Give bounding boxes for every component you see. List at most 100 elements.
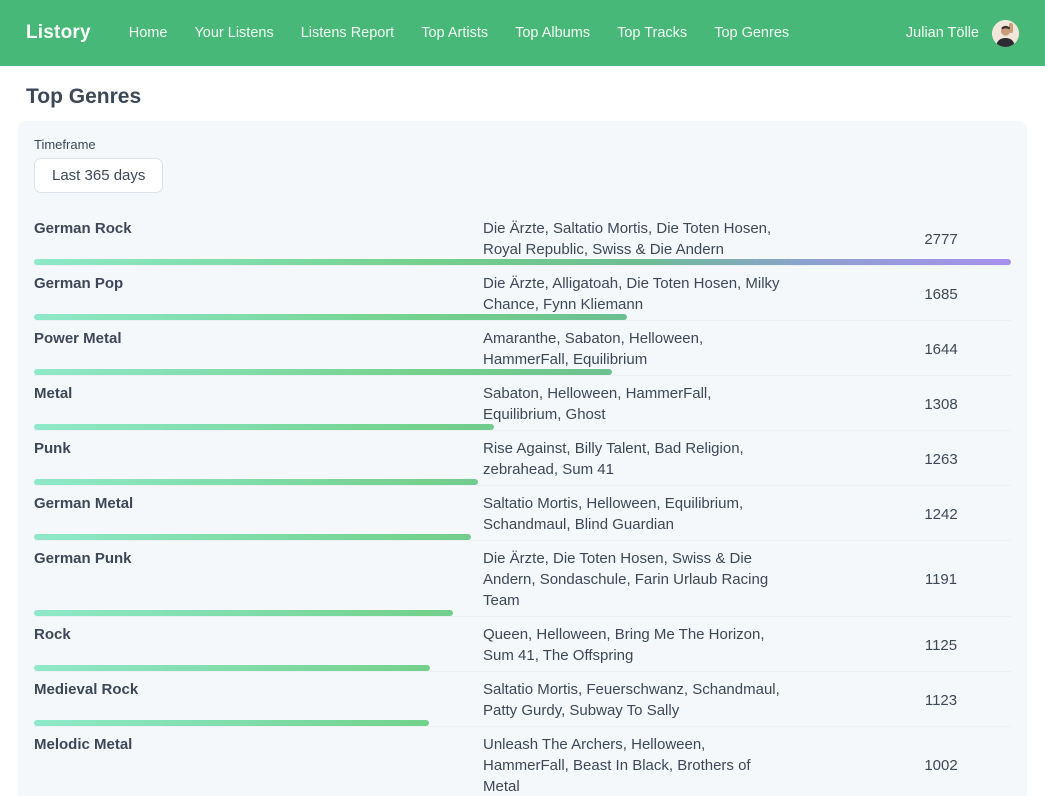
count-cell: 1125 <box>871 624 1011 666</box>
genre-artists: Saltatio Mortis, Feuerschwanz, Schandmau… <box>483 679 783 721</box>
genre-row: German Punk Die Ärzte, Die Toten Hosen, … <box>34 541 1011 617</box>
nav-item-home[interactable]: Home <box>129 25 168 41</box>
count-cell: 2777 <box>871 218 1011 260</box>
genre-name: Power Metal <box>34 328 483 349</box>
genre-progress-bar <box>34 424 494 430</box>
artists-cell: Amaranthe, Sabaton, Helloween, HammerFal… <box>483 328 783 370</box>
genre-artists: Rise Against, Billy Talent, Bad Religion… <box>483 438 783 480</box>
genre-artists: Sabaton, Helloween, HammerFall, Equilibr… <box>483 383 783 425</box>
row-spacer <box>783 383 871 425</box>
timeframe-label: Timeframe <box>34 137 1011 152</box>
genre-artists: Die Ärzte, Alligatoah, Die Toten Hosen, … <box>483 273 783 315</box>
genre-progress-bar <box>34 479 478 485</box>
genre-count: 1685 <box>924 286 957 303</box>
row-spacer <box>783 679 871 721</box>
nav-item-top-artists[interactable]: Top Artists <box>421 25 488 41</box>
genre-artists: Die Ärzte, Die Toten Hosen, Swiss & Die … <box>483 548 783 611</box>
genre-cell: German Punk <box>34 548 483 611</box>
genre-row: German Pop Die Ärzte, Alligatoah, Die To… <box>34 266 1011 321</box>
genre-row: Melodic Metal Unleash The Archers, Hello… <box>34 727 1011 796</box>
app-header: Listory Home Your Listens Listens Report To… <box>0 0 1045 66</box>
genre-count: 1644 <box>924 341 957 358</box>
genre-cell: German Pop <box>34 273 483 315</box>
artists-cell: Die Ärzte, Alligatoah, Die Toten Hosen, … <box>483 273 783 315</box>
row-spacer <box>783 273 871 315</box>
genre-progress-bar <box>34 534 471 540</box>
artists-cell: Saltatio Mortis, Feuerschwanz, Schandmau… <box>483 679 783 721</box>
row-spacer <box>783 438 871 480</box>
genre-cell: German Metal <box>34 493 483 535</box>
genre-name: German Metal <box>34 493 483 514</box>
row-spacer <box>783 548 871 611</box>
genre-count: 1125 <box>925 637 957 654</box>
genre-cell: German Rock <box>34 218 483 260</box>
artists-cell: Sabaton, Helloween, HammerFall, Equilibr… <box>483 383 783 425</box>
top-genres-card: Timeframe Last 365 days German Rock Die … <box>18 121 1027 796</box>
genre-artists: Saltatio Mortis, Helloween, Equilibrium,… <box>483 493 783 535</box>
nav-item-top-albums[interactable]: Top Albums <box>515 25 590 41</box>
row-spacer <box>783 493 871 535</box>
row-spacer <box>783 734 871 796</box>
artists-cell: Die Ärzte, Die Toten Hosen, Swiss & Die … <box>483 548 783 611</box>
count-cell: 1685 <box>871 273 1011 315</box>
count-cell: 1308 <box>871 383 1011 425</box>
timeframe-select[interactable]: Last 365 days <box>34 158 163 193</box>
genre-progress-bar <box>34 610 453 616</box>
artists-cell: Unleash The Archers, Helloween, HammerFa… <box>483 734 783 796</box>
genre-cell: Melodic Metal <box>34 734 483 796</box>
row-spacer <box>783 328 871 370</box>
nav-item-listens-report[interactable]: Listens Report <box>301 25 395 41</box>
genre-artists: Queen, Helloween, Bring Me The Horizon, … <box>483 624 783 666</box>
genre-artists: Die Ärzte, Saltatio Mortis, Die Toten Ho… <box>483 218 783 260</box>
app-logo[interactable]: Listory <box>26 22 91 44</box>
genre-progress-bar <box>34 259 1011 265</box>
genre-name: Melodic Metal <box>34 734 483 755</box>
genre-count: 1191 <box>925 571 957 588</box>
genre-count: 1308 <box>924 396 957 413</box>
nav-item-your-listens[interactable]: Your Listens <box>194 25 273 41</box>
genre-table: German Rock Die Ärzte, Saltatio Mortis, … <box>34 211 1011 796</box>
count-cell: 1242 <box>871 493 1011 535</box>
genre-name: German Rock <box>34 218 483 239</box>
genre-artists: Unleash The Archers, Helloween, HammerFa… <box>483 734 783 796</box>
artists-cell: Die Ärzte, Saltatio Mortis, Die Toten Ho… <box>483 218 783 260</box>
genre-row: Rock Queen, Helloween, Bring Me The Hori… <box>34 617 1011 672</box>
genre-cell: Punk <box>34 438 483 480</box>
artists-cell: Queen, Helloween, Bring Me The Horizon, … <box>483 624 783 666</box>
user-avatar-icon[interactable] <box>992 20 1019 47</box>
genre-name: Punk <box>34 438 483 459</box>
count-cell: 1123 <box>871 679 1011 721</box>
genre-cell: Metal <box>34 383 483 425</box>
genre-cell: Medieval Rock <box>34 679 483 721</box>
genre-count: 1123 <box>925 692 957 709</box>
genre-count: 1263 <box>924 451 957 468</box>
genre-count: 1242 <box>924 506 957 523</box>
genre-name: Rock <box>34 624 483 645</box>
genre-progress-bar <box>34 314 627 320</box>
genre-progress-bar <box>34 665 430 671</box>
artists-cell: Saltatio Mortis, Helloween, Equilibrium,… <box>483 493 783 535</box>
user-name: Julian Tölle <box>906 25 979 41</box>
main-nav: Home Your Listens Listens Report Top Artist… <box>129 25 906 41</box>
count-cell: 1002 <box>871 734 1011 796</box>
genre-progress-bar <box>34 369 612 375</box>
count-cell: 1191 <box>871 548 1011 611</box>
nav-item-top-tracks[interactable]: Top Tracks <box>617 25 687 41</box>
page-title: Top Genres <box>26 85 1027 109</box>
genre-name: Medieval Rock <box>34 679 483 700</box>
genre-row: German Metal Saltatio Mortis, Helloween,… <box>34 486 1011 541</box>
genre-row: Medieval Rock Saltatio Mortis, Feuerschw… <box>34 672 1011 727</box>
genre-artists: Amaranthe, Sabaton, Helloween, HammerFal… <box>483 328 783 370</box>
timeframe-filter: Timeframe Last 365 days <box>34 137 1011 193</box>
genre-name: German Punk <box>34 548 483 569</box>
nav-item-top-genres[interactable]: Top Genres <box>714 25 789 41</box>
row-spacer <box>783 218 871 260</box>
user-area[interactable]: Julian Tölle <box>906 20 1019 47</box>
genre-name: Metal <box>34 383 483 404</box>
genre-row: German Rock Die Ärzte, Saltatio Mortis, … <box>34 211 1011 266</box>
artists-cell: Rise Against, Billy Talent, Bad Religion… <box>483 438 783 480</box>
genre-count: 1002 <box>924 757 957 774</box>
count-cell: 1263 <box>871 438 1011 480</box>
genre-cell: Rock <box>34 624 483 666</box>
count-cell: 1644 <box>871 328 1011 370</box>
